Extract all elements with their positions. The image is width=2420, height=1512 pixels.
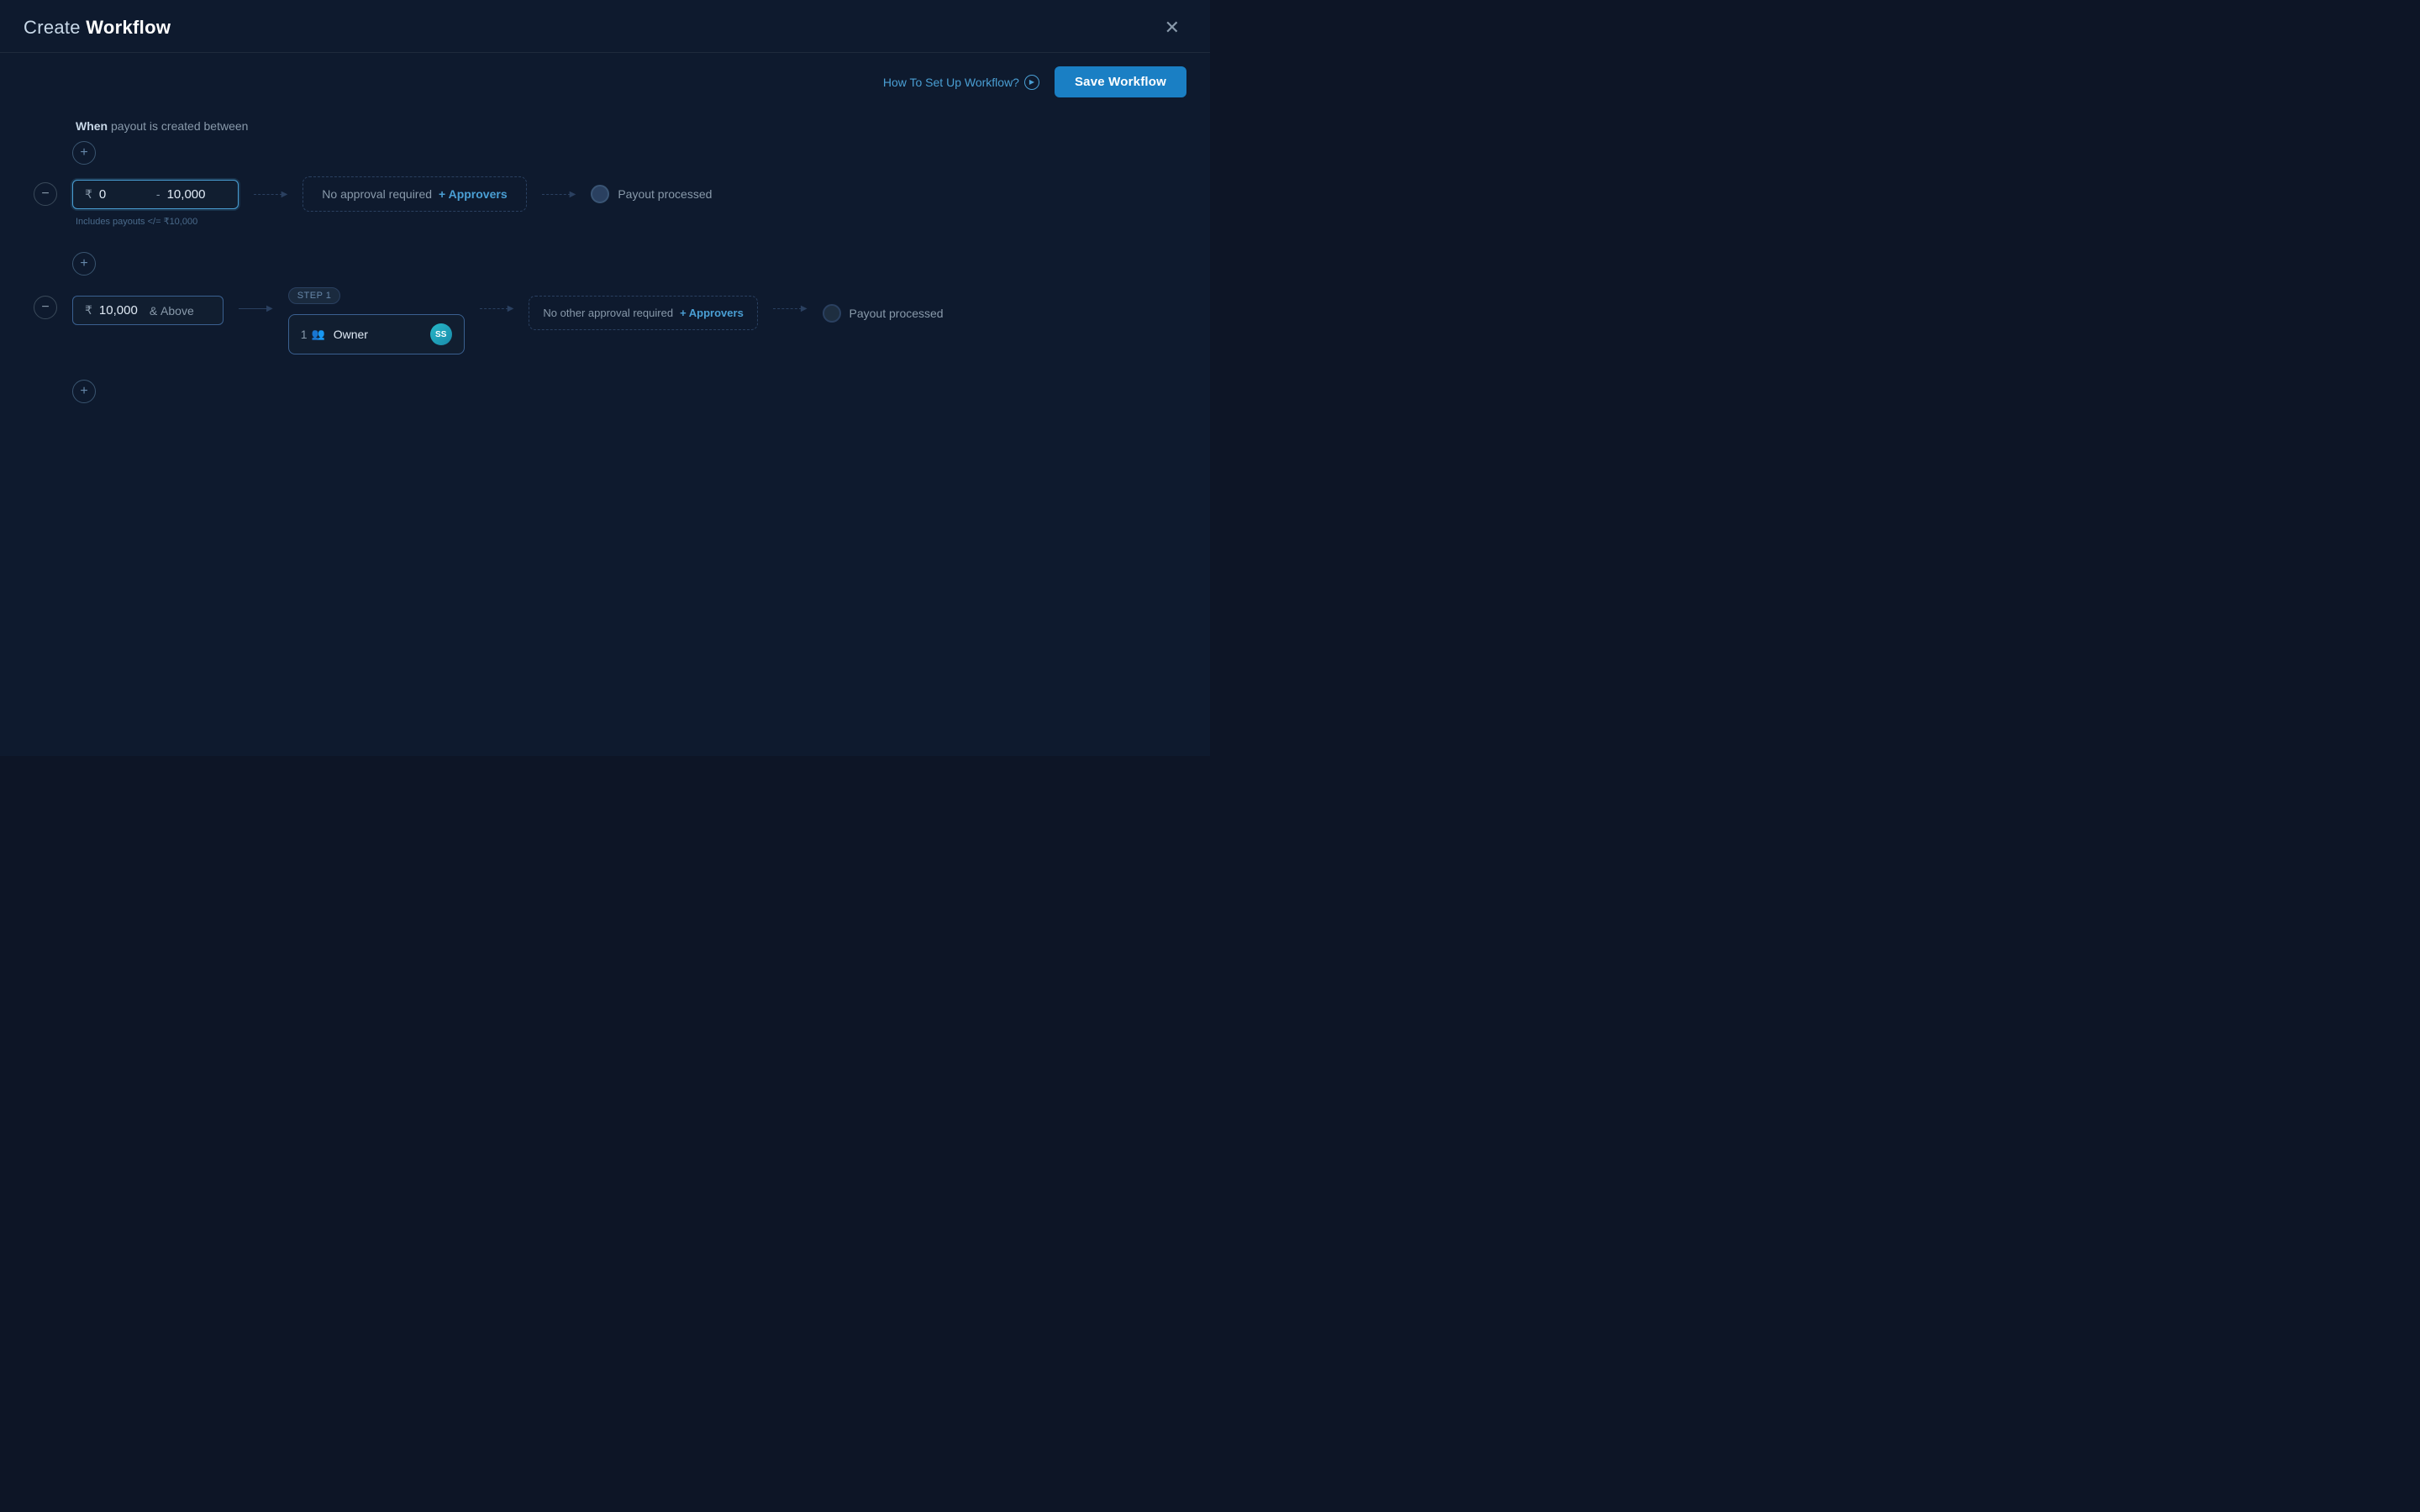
add-approvers-button-2[interactable]: + Approvers xyxy=(680,307,744,319)
workflow-row-1: + − ₹ - ▶ No approva xyxy=(34,141,1176,227)
no-other-approval-box-2: No other approval required + Approvers xyxy=(529,296,757,330)
arrow-head-2b: ▶ xyxy=(508,304,514,313)
remove-row-2-button[interactable]: − xyxy=(34,296,57,319)
arrow-head-1b: ▶ xyxy=(570,190,576,199)
add-row-between-button[interactable]: + xyxy=(72,252,96,276)
approver-name-2: Owner xyxy=(334,328,422,341)
close-button[interactable]: ✕ xyxy=(1158,15,1186,40)
toolbar: How To Set Up Workflow? ▶ Save Workflow xyxy=(0,53,1210,111)
above-label-2: & Above xyxy=(150,304,194,318)
how-to-link[interactable]: How To Set Up Workflow? ▶ xyxy=(883,75,1039,90)
range-box-2: ₹ 10,000 & Above xyxy=(72,296,224,325)
approver-count-value: 1 xyxy=(301,328,308,341)
arrow-head-2c: ▶ xyxy=(801,304,808,313)
create-workflow-modal: Create Workflow ✕ How To Set Up Workflow… xyxy=(0,0,1210,756)
arrow-head-2: ▶ xyxy=(266,304,273,313)
modal-header: Create Workflow ✕ xyxy=(0,0,1210,53)
payout-text-1: Payout processed xyxy=(618,187,712,201)
range-from-input-1[interactable] xyxy=(99,187,150,202)
when-label: When payout is created between xyxy=(34,119,1176,133)
remove-row-1-button[interactable]: − xyxy=(34,182,57,206)
arrow-connector-2c: ▶ xyxy=(773,304,808,313)
save-workflow-button[interactable]: Save Workflow xyxy=(1055,66,1186,97)
arrow-connector-1b: ▶ xyxy=(542,190,576,199)
currency-symbol-2: ₹ xyxy=(85,303,92,318)
payout-circle-1 xyxy=(591,185,609,203)
modal-title: Create Workflow xyxy=(24,17,171,39)
hint-text-1: Includes payouts </= ₹10,000 xyxy=(34,216,1176,227)
payout-node-2: Payout processed xyxy=(823,304,944,323)
workflow-content: When payout is created between + − ₹ - xyxy=(0,111,1210,756)
arrow-head-1: ▶ xyxy=(281,190,288,199)
play-icon: ▶ xyxy=(1024,75,1039,90)
add-row-above-button-1[interactable]: + xyxy=(72,141,96,165)
range-to-input-1[interactable] xyxy=(167,187,226,202)
no-other-approval-text-2: No other approval required xyxy=(543,307,673,319)
add-approvers-button-1[interactable]: + Approvers xyxy=(439,187,508,201)
title-bold-text: Workflow xyxy=(86,17,171,38)
arrow-connector-2b: ▶ xyxy=(480,304,514,313)
when-suffix: payout is created between xyxy=(108,119,248,133)
workflow-row-2: − ₹ 10,000 & Above ▶ STEP 1 xyxy=(34,287,1176,354)
approver-step-area: STEP 1 1 👥 Owner SS xyxy=(288,287,465,354)
payout-circle-2 xyxy=(823,304,841,323)
when-prefix: When xyxy=(76,119,108,133)
workflow-row-2-content: − ₹ 10,000 & Above ▶ STEP 1 xyxy=(34,287,1176,354)
range-box-1: ₹ - xyxy=(72,180,239,209)
how-to-label: How To Set Up Workflow? xyxy=(883,76,1019,89)
currency-symbol-1: ₹ xyxy=(85,187,92,202)
title-normal-text: Create xyxy=(24,17,86,38)
approver-count-area: 1 👥 xyxy=(301,328,325,341)
approver-box-2: 1 👥 Owner SS xyxy=(288,314,465,354)
add-row-below-button[interactable]: + xyxy=(72,380,96,403)
payout-text-2: Payout processed xyxy=(850,307,944,320)
arrow-connector-2: ▶ xyxy=(239,304,273,313)
arrow-connector-1: ▶ xyxy=(254,190,288,199)
payout-node-1: Payout processed xyxy=(591,185,712,203)
avatar-2: SS xyxy=(430,323,452,345)
range-separator-1: - xyxy=(156,187,160,201)
no-approval-text-1: No approval required xyxy=(322,187,432,201)
no-approval-box-1: No approval required + Approvers xyxy=(302,176,526,212)
people-icon: 👥 xyxy=(312,328,325,341)
workflow-row-1-content: − ₹ - ▶ No approval required + Approvers xyxy=(34,176,1176,212)
step-badge-2: STEP 1 xyxy=(288,287,341,304)
range-from-value-2: 10,000 xyxy=(99,303,138,318)
